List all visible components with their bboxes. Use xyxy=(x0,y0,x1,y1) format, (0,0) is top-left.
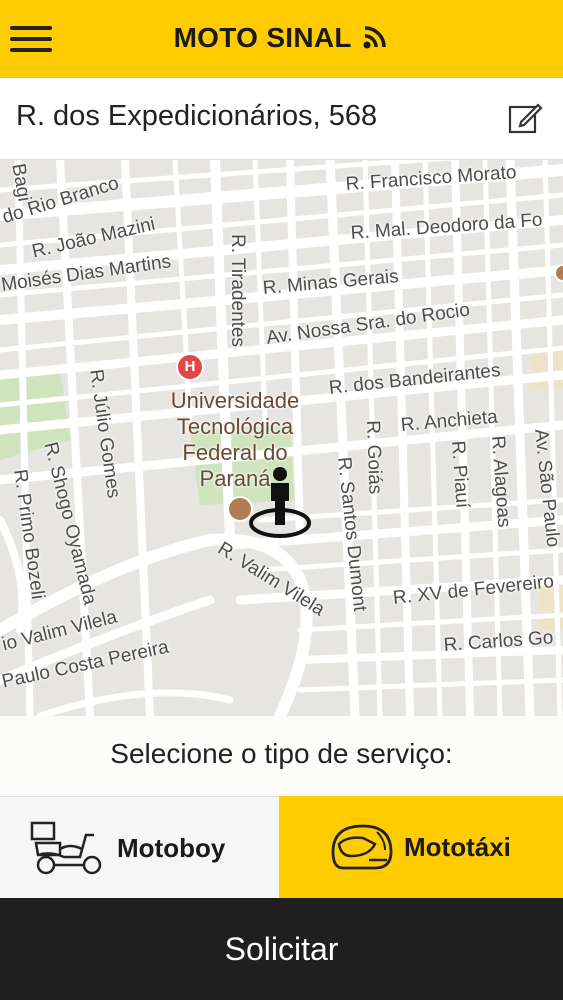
location-pin-icon xyxy=(249,467,311,538)
motoboy-label: Motoboy xyxy=(117,833,226,863)
request-button[interactable]: Solicitar xyxy=(0,898,563,1000)
mototaxi-label: Mototáxi xyxy=(404,832,511,862)
service-prompt-bar: Selecione o tipo de serviço: xyxy=(0,716,563,796)
motoboy-option[interactable]: Motoboy xyxy=(0,796,279,898)
hospital-icon: H xyxy=(176,353,204,381)
helmet-icon xyxy=(331,824,393,870)
address-text: R. dos Expedicionários, 568 xyxy=(16,100,378,132)
app-title: MOTO SINAL xyxy=(0,22,563,54)
edit-icon[interactable] xyxy=(507,100,543,136)
service-prompt: Selecione o tipo de serviço: xyxy=(110,738,453,769)
street-label: R. Goiás xyxy=(362,420,386,495)
address-bar[interactable]: R. dos Expedicionários, 568 xyxy=(0,78,563,160)
map-view[interactable]: R. Francisco Morato do Rio Branco R. Joã… xyxy=(0,160,563,716)
delivery-scooter-icon xyxy=(30,821,102,875)
app-header: MOTO SINAL xyxy=(0,0,563,78)
street-label: R. Piauí xyxy=(447,440,473,509)
signal-icon xyxy=(363,25,387,49)
street-label: R. Tiradentes xyxy=(227,234,248,347)
mototaxi-option[interactable]: Mototáxi xyxy=(279,796,563,898)
